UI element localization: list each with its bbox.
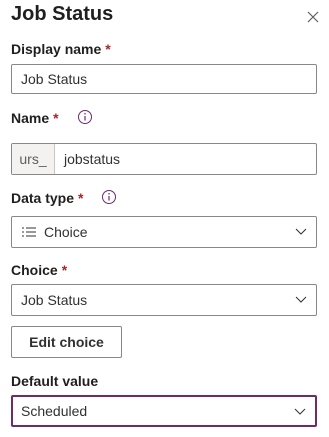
default-value-label: Default value: [11, 373, 98, 389]
chevron-down-icon: [294, 408, 306, 415]
display-name-label-text: Display name: [11, 41, 102, 57]
name-label: Name *: [11, 110, 93, 127]
display-name-input[interactable]: Job Status: [11, 64, 317, 94]
panel-title: Job Status: [11, 3, 114, 25]
name-value: jobstatus: [64, 151, 121, 167]
edit-choice-button[interactable]: Edit choice: [11, 326, 122, 358]
data-type-value: Choice: [44, 224, 88, 240]
display-name-value: Job Status: [21, 71, 88, 87]
choice-value: Job Status: [21, 292, 88, 308]
info-icon[interactable]: [77, 109, 93, 125]
chevron-down-icon: [295, 228, 307, 235]
choice-dropdown[interactable]: Job Status: [11, 284, 317, 316]
choice-label-text: Choice: [11, 262, 58, 278]
name-prefix: urs_: [12, 144, 55, 174]
required-marker: *: [105, 41, 111, 57]
data-type-label-text: Data type: [11, 190, 75, 206]
default-value-label-text: Default value: [11, 373, 99, 389]
list-icon: [22, 227, 36, 237]
required-marker: *: [78, 190, 84, 206]
required-marker: *: [61, 262, 68, 278]
default-value-value: Scheduled: [21, 403, 88, 419]
choice-label: Choice *: [11, 262, 67, 278]
chevron-down-icon: [295, 296, 307, 303]
name-label-text: Name: [11, 110, 50, 126]
info-icon[interactable]: [101, 189, 117, 205]
default-value-dropdown[interactable]: Scheduled: [11, 395, 317, 427]
close-icon[interactable]: [305, 9, 321, 25]
name-input[interactable]: urs_ jobstatus: [11, 143, 317, 175]
data-type-label: Data type *: [11, 190, 117, 207]
display-name-label: Display name *: [11, 41, 111, 57]
required-marker: *: [53, 110, 59, 126]
data-type-dropdown[interactable]: Choice: [11, 216, 317, 248]
